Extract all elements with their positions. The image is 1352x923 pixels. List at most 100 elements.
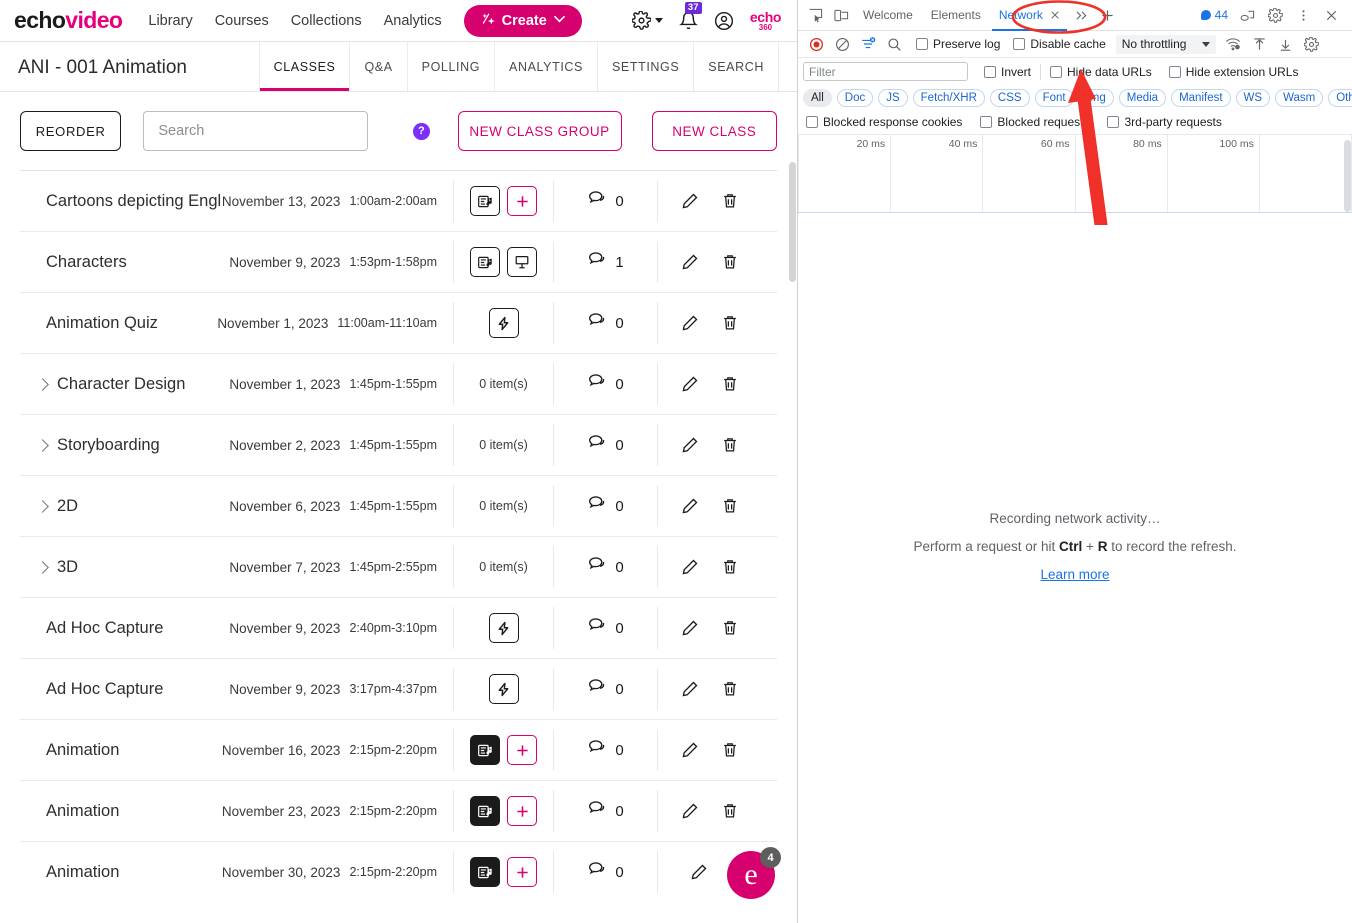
chevron-right-icon[interactable] (36, 499, 49, 513)
app-scrollbar[interactable] (789, 162, 796, 282)
resource-filter-media[interactable]: Media (1118, 88, 1167, 107)
invert-checkbox[interactable]: Invert (984, 65, 1031, 79)
resource-filter-ws[interactable]: WS (1235, 88, 1271, 107)
edit-icon[interactable] (680, 436, 699, 455)
new-class-button[interactable]: NEW CLASS (651, 111, 777, 151)
gear-icon[interactable] (1262, 2, 1288, 28)
class-comments[interactable]: 1 (553, 241, 657, 283)
class-comments[interactable]: 0 (553, 363, 657, 405)
throttling-dropdown[interactable]: No throttling (1115, 34, 1217, 54)
hide-extension-urls-checkbox[interactable]: Hide extension URLs (1168, 65, 1298, 79)
class-row[interactable]: 3D November 7, 2023 1:45pm-2:55pm 0 item(s)… (20, 536, 777, 597)
class-comments[interactable]: 0 (553, 485, 657, 527)
media-icon[interactable] (470, 186, 500, 216)
record-stop-icon[interactable] (803, 31, 829, 57)
blocked-response-cookies-checkbox[interactable]: Blocked response cookies (806, 115, 962, 129)
resource-filter-font[interactable]: Font (1034, 88, 1074, 107)
add-media-icon[interactable] (507, 735, 537, 765)
class-comments[interactable]: 0 (553, 790, 657, 832)
download-icon[interactable] (1272, 31, 1298, 57)
delete-icon[interactable] (721, 558, 739, 576)
delete-icon[interactable] (721, 253, 739, 271)
edit-icon[interactable] (680, 802, 699, 821)
message-count-button[interactable]: 44 (1197, 8, 1232, 22)
delete-icon[interactable] (721, 497, 739, 515)
resource-filter-doc[interactable]: Doc (836, 88, 874, 107)
close-devtools-icon[interactable] (1318, 2, 1344, 28)
nav-item-collections[interactable]: Collections (291, 13, 362, 29)
hide-data-urls-checkbox[interactable]: Hide data URLs (1050, 65, 1152, 79)
help-icon[interactable]: ? (413, 122, 430, 140)
network-settings-gear-icon[interactable] (1298, 31, 1324, 57)
cast-icon[interactable] (1234, 2, 1260, 28)
delete-icon[interactable] (721, 802, 739, 820)
close-icon[interactable] (1050, 8, 1060, 23)
devtools-tab-welcome[interactable]: Welcome (854, 0, 922, 31)
wifi-settings-icon[interactable] (1220, 31, 1246, 57)
upload-icon[interactable] (1246, 31, 1272, 57)
nav-item-courses[interactable]: Courses (215, 13, 269, 29)
class-row[interactable]: Animation November 30, 2023 2:15pm-2:20pm 0 (20, 841, 777, 902)
filter-icon[interactable] (855, 31, 881, 57)
class-comments[interactable]: 0 (553, 668, 657, 710)
class-row[interactable]: Character Design November 1, 2023 1:45pm-1… (20, 353, 777, 414)
preserve-log-checkbox[interactable]: Preserve log (916, 37, 1000, 51)
resource-filter-other[interactable]: Other (1328, 88, 1352, 107)
class-row[interactable]: Animation November 23, 2023 2:15pm-2:20pm 0 (20, 780, 777, 841)
media-icon[interactable] (470, 796, 500, 826)
echovideo-logo[interactable]: echovideo (14, 7, 123, 34)
tab-search[interactable]: SEARCH (693, 42, 779, 91)
third-party-requests-checkbox[interactable]: 3rd-party requests (1107, 115, 1222, 129)
edit-icon[interactable] (680, 680, 699, 699)
resource-filter-manifest[interactable]: Manifest (1171, 88, 1231, 107)
chevron-right-icon[interactable] (36, 560, 49, 574)
resource-filter-css[interactable]: CSS (989, 88, 1030, 107)
notifications-button[interactable]: 37 (678, 2, 702, 31)
timeline-scrollbar[interactable] (1343, 140, 1352, 212)
delete-icon[interactable] (721, 619, 739, 637)
create-button[interactable]: Create (463, 4, 582, 37)
class-title[interactable]: Animation (20, 863, 216, 882)
class-title[interactable]: Storyboarding (20, 436, 216, 455)
class-title[interactable]: Animation Quiz (20, 314, 216, 333)
add-media-icon[interactable] (507, 857, 537, 887)
network-timeline-overview[interactable]: 20 ms 40 ms 60 ms 80 ms 100 ms (798, 135, 1352, 213)
echo360-logo[interactable]: echo 360 (750, 10, 781, 32)
delete-icon[interactable] (721, 436, 739, 454)
class-title[interactable]: Animation (20, 741, 216, 760)
edit-icon[interactable] (680, 192, 699, 211)
more-vertical-icon[interactable] (1290, 2, 1316, 28)
tab-classes[interactable]: CLASSES (258, 42, 350, 91)
devtools-tab-network[interactable]: Network (990, 0, 1069, 31)
new-class-group-button[interactable]: NEW CLASS GROUP (457, 111, 622, 151)
class-title[interactable]: Characters (20, 253, 216, 272)
chevron-right-icon[interactable] (36, 438, 49, 452)
devtools-tab-elements[interactable]: Elements (922, 0, 990, 31)
resource-filter-img[interactable]: Img (1078, 88, 1114, 107)
quiz-icon[interactable] (488, 308, 519, 338)
nav-item-analytics[interactable]: Analytics (384, 13, 442, 29)
delete-icon[interactable] (721, 741, 739, 759)
edit-icon[interactable] (680, 741, 699, 760)
edit-icon[interactable] (689, 863, 708, 882)
chevron-right-icon[interactable] (36, 377, 49, 391)
tab-polling[interactable]: POLLING (406, 42, 494, 91)
delete-icon[interactable] (721, 314, 739, 332)
user-avatar-icon[interactable] (714, 10, 735, 31)
delete-icon[interactable] (721, 375, 739, 393)
class-row[interactable]: Ad Hoc Capture November 9, 2023 2:40pm-3:1… (20, 597, 777, 658)
search-input[interactable] (158, 123, 354, 139)
class-title[interactable]: Ad Hoc Capture (20, 680, 216, 699)
class-row[interactable]: Ad Hoc Capture November 9, 2023 3:17pm-4:3… (20, 658, 777, 719)
learn-more-link[interactable]: Learn more (1040, 567, 1109, 582)
class-row[interactable]: Characters November 9, 2023 1:53pm-1:58pm 1 (20, 231, 777, 292)
class-comments[interactable]: 0 (553, 546, 657, 588)
media-icon[interactable] (470, 247, 500, 277)
class-title[interactable]: Animation (20, 802, 216, 821)
add-media-icon[interactable] (507, 186, 537, 216)
class-comments[interactable]: 0 (553, 424, 657, 466)
class-comments[interactable]: 0 (553, 729, 657, 771)
class-title[interactable]: Cartoons depicting Engl (20, 192, 221, 211)
filter-input[interactable] (803, 62, 968, 81)
more-tabs-icon[interactable] (1069, 2, 1095, 28)
